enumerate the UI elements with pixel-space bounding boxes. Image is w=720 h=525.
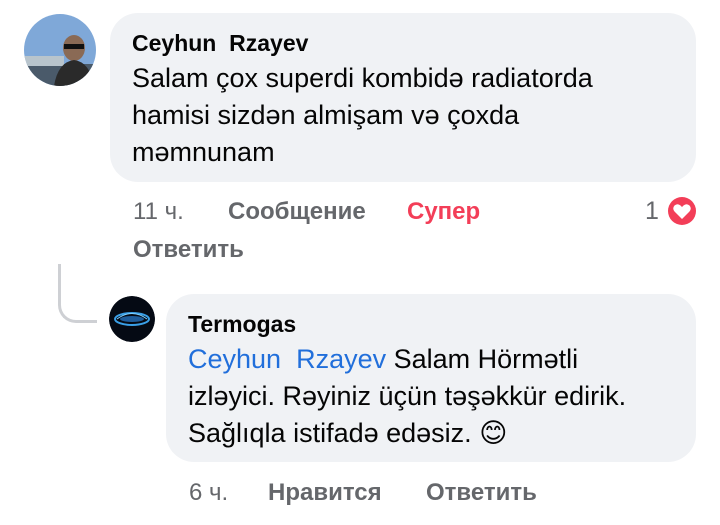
reply-time[interactable]: 6 ч. (189, 479, 228, 507)
comment-text-line-1: Salam çox superdi kombidə radiatorda (132, 63, 593, 93)
reply-text-line-3-text: Sağlıqla istifadə edəsiz. (188, 418, 472, 448)
message-button[interactable]: Сообщение (228, 198, 366, 226)
heart-reaction-icon[interactable] (665, 194, 699, 228)
comment-author[interactable]: Ceyhun Rzayev (132, 30, 308, 57)
comment-text-line-2: hamisi sizdən almişam və çoxda (132, 100, 520, 130)
mention-link[interactable]: Ceyhun Rzayev (188, 344, 386, 374)
reply-button[interactable]: Ответить (133, 236, 244, 264)
reply-text-line-1-rest: Salam Hörmətli (386, 344, 579, 374)
reply-text-line-3: Sağlıqla istifadə edəsiz. 😊 (188, 418, 507, 449)
comment-time[interactable]: 11 ч. (133, 198, 184, 226)
reaction-count[interactable]: 1 (645, 197, 659, 226)
comment-text-line-3: məmnunam (132, 137, 275, 167)
reaction-super-button[interactable]: Супер (407, 198, 480, 226)
reply-text-line-1: Ceyhun Rzayev Salam Hörmətli (188, 344, 578, 375)
replier-avatar[interactable] (109, 296, 155, 342)
reply-reply-button[interactable]: Ответить (426, 479, 537, 507)
like-button[interactable]: Нравится (268, 479, 382, 507)
smiling-face-emoji: 😊 (479, 418, 508, 448)
reply-text-line-2: izləyici. Rəyiniz üçün təşəkkür edirik. (188, 381, 627, 411)
reply-author[interactable]: Termogas (188, 311, 296, 338)
commenter-avatar[interactable] (24, 14, 96, 86)
thread-connector (58, 264, 97, 323)
